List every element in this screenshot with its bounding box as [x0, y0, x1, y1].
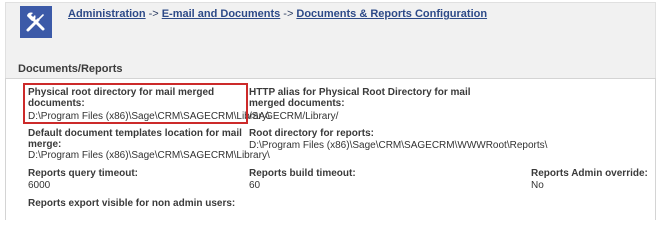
breadcrumb-administration-link[interactable]: Administration — [68, 8, 146, 20]
physical-root-value: D:\Program Files (x86)\Sage\CRM\SAGECRM\… — [28, 111, 270, 122]
build-timeout-value: 60 — [249, 180, 261, 191]
reports-root-value: D:\Program Files (x86)\Sage\CRM\SAGECRM\… — [249, 140, 548, 151]
build-timeout-field: Reports build timeout: 60 — [249, 168, 449, 191]
http-alias-field: HTTP alias for Physical Root Directory f… — [249, 87, 509, 122]
breadcrumb-email-documents-link[interactable]: E-mail and Documents — [162, 8, 281, 20]
admin-override-value: No — [531, 180, 544, 191]
build-timeout-label: Reports build timeout: — [249, 168, 356, 179]
physical-root-label: Physical root directory for mail merged … — [28, 87, 215, 109]
default-templates-value: D:\Program Files (x86)\Sage\CRM\SAGECRM\… — [28, 150, 270, 161]
reports-root-field: Root directory for reports: D:\Program F… — [249, 128, 549, 151]
section-title: Documents/Reports — [18, 63, 123, 75]
header-panel: Administration -> E-mail and Documents -> Do… — [5, 2, 656, 82]
export-visible-field: Reports export visible for non admin use… — [28, 198, 328, 209]
reports-root-label: Root directory for reports: — [249, 128, 375, 139]
query-timeout-label: Reports query timeout: — [28, 168, 139, 179]
export-visible-label: Reports export visible for non admin use… — [28, 198, 236, 209]
admin-override-field: Reports Admin override: No — [531, 168, 653, 191]
breadcrumb-documents-reports-config-link[interactable]: Documents & Reports Configuration — [296, 8, 487, 20]
query-timeout-field: Reports query timeout: 6000 — [28, 168, 228, 191]
breadcrumb-separator: -> — [283, 8, 294, 20]
default-templates-label: Default document templates location for … — [28, 128, 242, 150]
http-alias-value: /SAGECRM/Library/ — [249, 111, 339, 122]
http-alias-label: HTTP alias for Physical Root Directory f… — [249, 87, 471, 109]
breadcrumb-separator: -> — [148, 8, 159, 20]
admin-override-label: Reports Admin override: — [531, 168, 648, 179]
query-timeout-value: 6000 — [28, 180, 51, 191]
physical-root-field: Physical root directory for mail merged … — [28, 87, 270, 122]
default-templates-field: Default document templates location for … — [28, 128, 270, 161]
tools-icon[interactable] — [20, 6, 52, 38]
breadcrumb: Administration -> E-mail and Documents -> Do… — [68, 8, 487, 20]
admin-page: Administration -> E-mail and Documents -> Do… — [0, 0, 660, 220]
